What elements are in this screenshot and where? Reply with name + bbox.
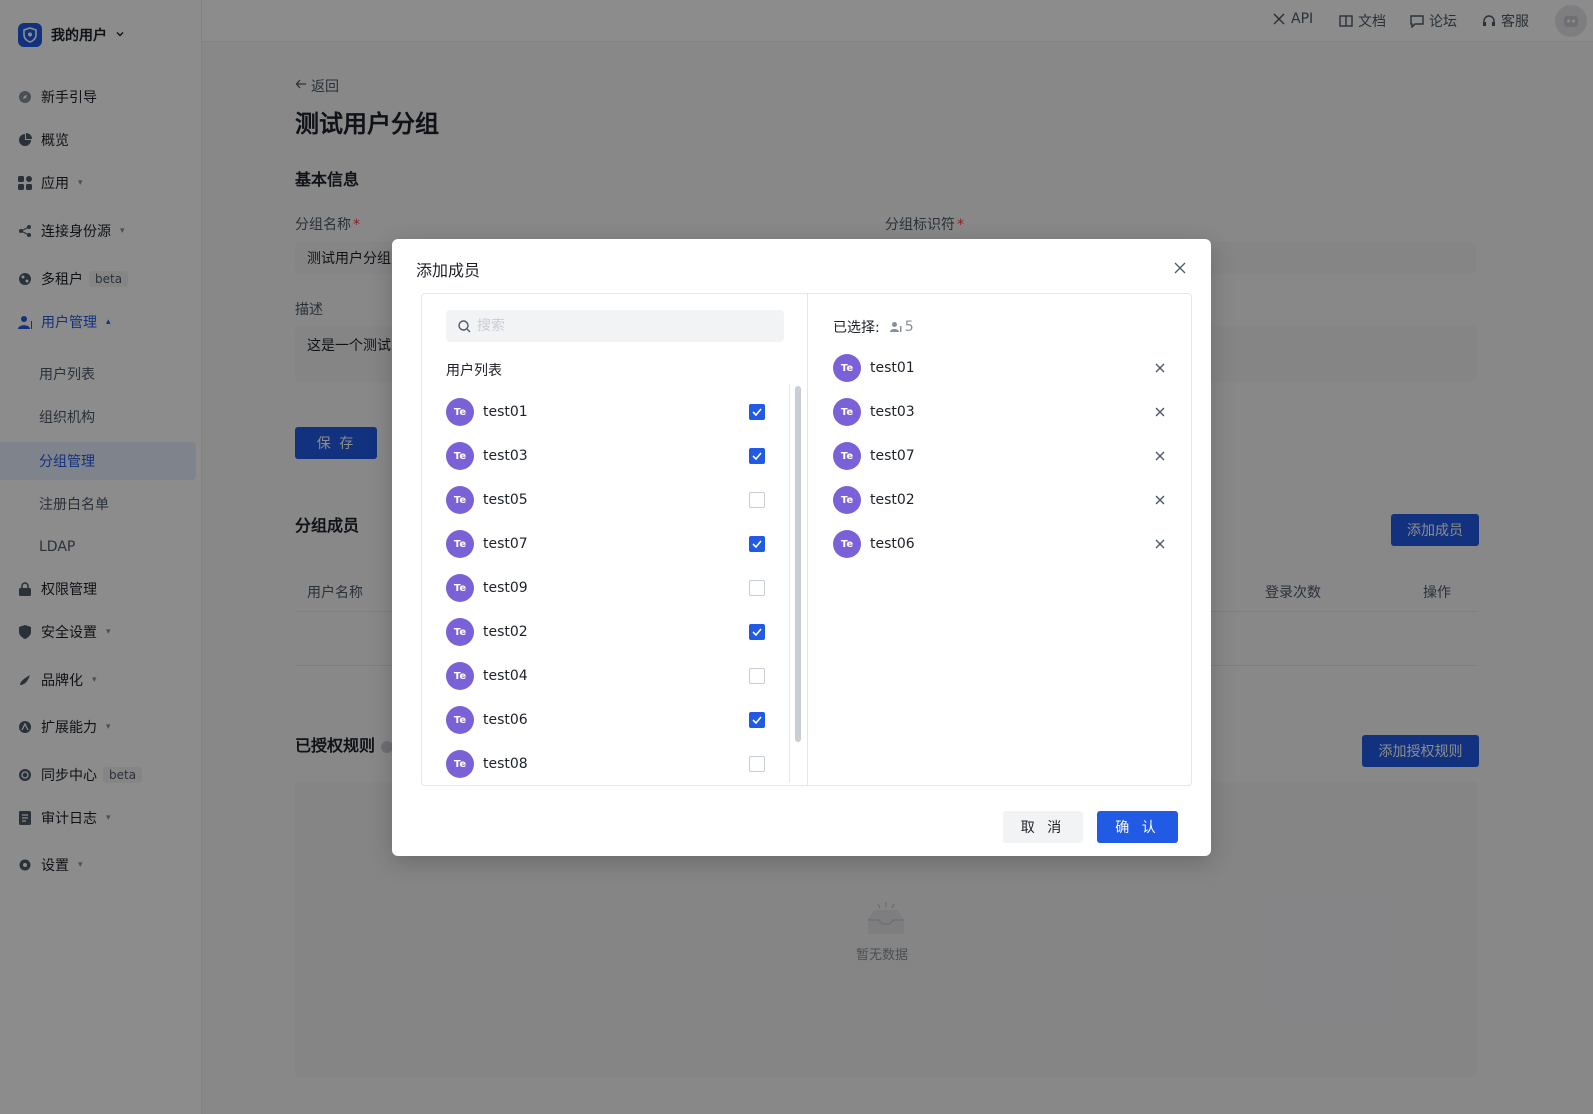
user-name: test08 [483,756,528,772]
selected-item: Te test07 [833,434,1167,478]
avatar: Te [833,530,861,558]
list-item[interactable]: Te test05 [446,478,776,522]
list-item[interactable]: Te test02 [446,610,776,654]
transfer-panel: 用户列表 Te test01 Te test03 Te test05 [421,293,1192,786]
user-name: test02 [483,624,528,640]
checkbox[interactable] [749,580,765,596]
add-member-modal: 添加成员 用户列表 Te test01 Te test03 [392,239,1211,856]
close-icon[interactable] [1173,261,1187,275]
user-list-title: 用户列表 [446,363,502,379]
check-icon [752,540,762,548]
user-name: test06 [870,536,915,552]
checkbox[interactable] [749,404,765,420]
user-name: test02 [870,492,915,508]
search-box[interactable] [446,310,784,342]
user-name: test01 [483,404,528,420]
list-item[interactable]: Te test09 [446,566,776,610]
user-name: test05 [483,492,528,508]
selected-count-value: 5 [904,319,914,335]
user-name: test03 [483,448,528,464]
user-list: Te test01 Te test03 Te test05 Te test07 [446,390,776,786]
search-icon [458,319,471,332]
list-item[interactable]: Te test06 [446,698,776,742]
users-icon [889,322,902,332]
remove-icon[interactable] [1153,361,1167,375]
checkbox[interactable] [749,492,765,508]
remove-icon[interactable] [1153,449,1167,463]
user-name: test09 [483,580,528,596]
remove-icon[interactable] [1153,493,1167,507]
avatar: Te [446,486,474,514]
user-name: test06 [483,712,528,728]
avatar: Te [446,574,474,602]
check-icon [752,452,762,460]
checkbox[interactable] [749,624,765,640]
avatar: Te [446,442,474,470]
avatar: Te [446,618,474,646]
avatar: Te [833,398,861,426]
remove-icon[interactable] [1153,537,1167,551]
checkbox[interactable] [749,448,765,464]
check-icon [752,716,762,724]
avatar: Te [446,530,474,558]
user-name: test03 [870,404,915,420]
avatar: Te [446,750,474,778]
selected-count: 5 [889,319,914,335]
selected-item: Te test03 [833,390,1167,434]
avatar: Te [833,442,861,470]
avatar: Te [446,398,474,426]
selected-title: 已选择: [833,320,880,336]
check-icon [752,628,762,636]
list-item[interactable]: Te test07 [446,522,776,566]
selected-item: Te test01 [833,346,1167,390]
checkbox[interactable] [749,712,765,728]
selected-pane: 已选择: 5 Te test01 Te test03 Te test07 Te … [809,294,1191,785]
search-input[interactable] [477,318,767,334]
user-name: test01 [870,360,915,376]
selected-item: Te test02 [833,478,1167,522]
scrollbar-thumb[interactable] [795,386,801,742]
list-item[interactable]: Te test03 [446,434,776,478]
avatar: Te [833,486,861,514]
list-item[interactable]: Te test08 [446,742,776,786]
checkbox[interactable] [749,536,765,552]
modal-title: 添加成员 [416,261,481,280]
check-icon [752,408,762,416]
scrollbar[interactable] [789,384,808,783]
cancel-button[interactable]: 取 消 [1003,811,1083,843]
avatar: Te [446,662,474,690]
selected-item: Te test06 [833,522,1167,566]
checkbox[interactable] [749,756,765,772]
list-item[interactable]: Te test01 [446,390,776,434]
user-name: test07 [483,536,528,552]
avatar: Te [833,354,861,382]
selected-header: 已选择: 5 [833,317,914,337]
checkbox[interactable] [749,668,765,684]
avatar: Te [446,706,474,734]
source-pane: 用户列表 Te test01 Te test03 Te test05 [422,294,808,785]
remove-icon[interactable] [1153,405,1167,419]
user-name: test07 [870,448,915,464]
confirm-button[interactable]: 确 认 [1097,811,1178,843]
list-item[interactable]: Te test04 [446,654,776,698]
user-name: test04 [483,668,528,684]
selected-list: Te test01 Te test03 Te test07 Te test02 [833,346,1167,566]
